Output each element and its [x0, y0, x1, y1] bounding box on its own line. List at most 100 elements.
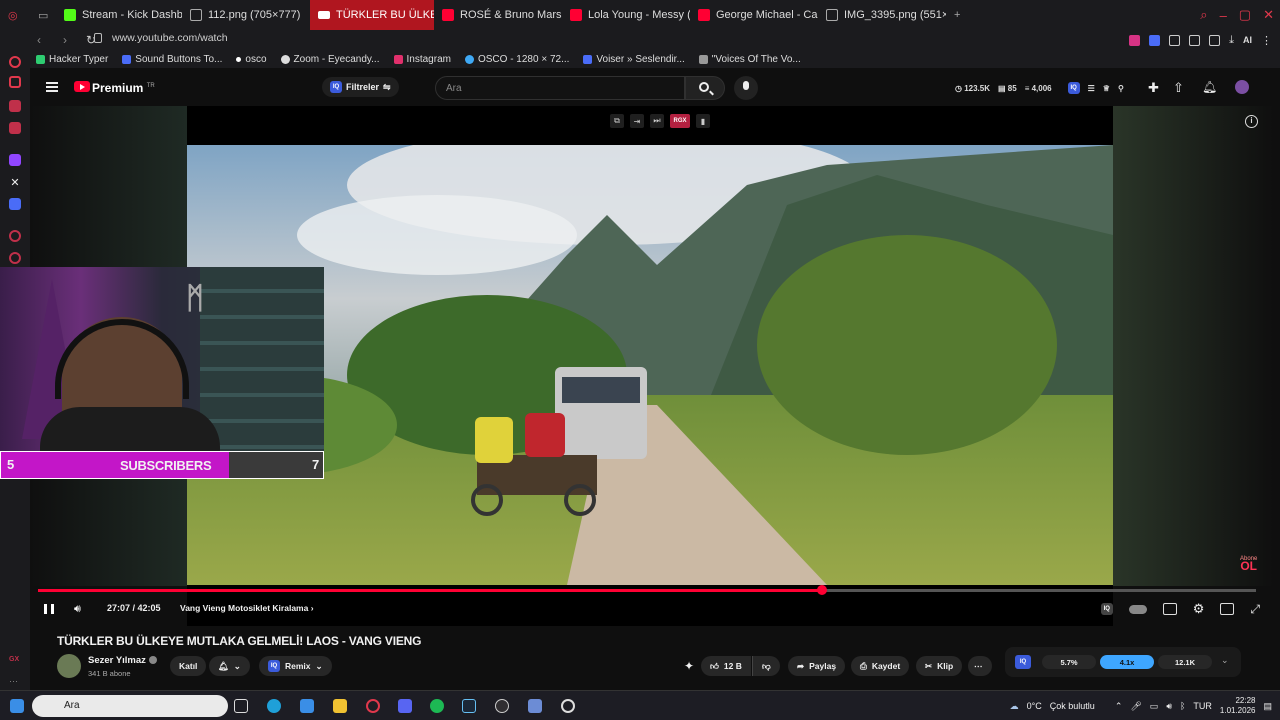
bookmark-item[interactable]: OSCO - 1280 × 72... [464, 54, 569, 65]
language-indicator[interactable]: TUR [1193, 701, 1212, 711]
join-button[interactable]: Katıl [170, 656, 207, 676]
clock[interactable]: 22:28 1.01.2026 [1220, 696, 1256, 716]
clip-button[interactable]: ✂ Klip [916, 656, 963, 676]
progress-bar[interactable] [38, 589, 1256, 592]
popout-icon[interactable]: ⧉ [610, 114, 624, 128]
link-icon[interactable]: ⚲ [1118, 84, 1124, 93]
extension-blue-icon[interactable] [1149, 34, 1161, 46]
search-tabs-icon[interactable]: ⌕ [1200, 7, 1207, 23]
pause-icon[interactable] [44, 604, 54, 614]
menu-dots-icon[interactable]: ⋮ [1261, 34, 1272, 47]
steam-icon[interactable] [462, 699, 476, 713]
notification-center-icon[interactable]: ▤ [1263, 701, 1272, 712]
tab-kick[interactable]: Stream - Kick Dashboard [56, 0, 182, 30]
filters-button[interactable]: IQ Filtreler ⇋ [322, 77, 399, 97]
obs-icon[interactable] [495, 699, 509, 713]
sidebar-clock-icon[interactable] [9, 252, 21, 264]
rgx-button[interactable]: RGX [670, 114, 690, 128]
tab-rose[interactable]: ROSÉ & Bruno Mars - APT [434, 0, 562, 30]
settings-list-icon[interactable]: ☰ [1088, 84, 1095, 93]
sidebar-gx-icon[interactable]: GX [9, 656, 21, 668]
bookmark-item[interactable]: Hacker Typer [36, 54, 108, 65]
trophy-icon[interactable]: ♕ [1103, 84, 1110, 93]
miniplayer-icon[interactable] [1220, 603, 1235, 615]
screenshot-icon[interactable] [1209, 34, 1221, 46]
settings-gear-icon[interactable]: ⚙ [1193, 601, 1205, 617]
file-explorer-icon[interactable] [333, 699, 347, 713]
tab-youtube-active[interactable]: TÜRKLER BU ÜLKEYE [310, 0, 434, 30]
fullscreen-icon[interactable]: ⤢ [1250, 602, 1260, 617]
tray-chevron-icon[interactable]: ⌃ [1115, 701, 1123, 712]
download-icon[interactable]: ⤓ [1229, 34, 1234, 47]
upload-icon[interactable]: ⇧ [1173, 80, 1187, 95]
tab-image-112[interactable]: 112.png (705×777) [182, 0, 310, 30]
edge-icon[interactable] [267, 699, 281, 713]
url-field[interactable]: www.youtube.com/watch [112, 32, 228, 44]
like-button[interactable]: 👍︎ 12 B [701, 656, 751, 676]
dislike-button[interactable]: 👎︎ [752, 656, 780, 676]
sidebar-toggle[interactable]: ◎ [0, 0, 30, 30]
youtube-logo-icon[interactable] [74, 81, 90, 92]
tab-workspaces-icon[interactable]: ▭ [30, 0, 56, 30]
weather-icon[interactable]: ☁ [1010, 701, 1019, 712]
sidebar-history-icon[interactable] [9, 230, 21, 242]
sidebar-music-icon[interactable] [9, 122, 21, 134]
chapter-title[interactable]: Vang Vieng Motosiklet Kiralama › [180, 603, 314, 613]
channel-name[interactable]: Sezer Yılmaz [88, 655, 157, 666]
minimize-icon[interactable]: – [1220, 8, 1227, 23]
volume-tray-icon[interactable]: 🔊︎ [1166, 701, 1172, 712]
iq-player-icon[interactable]: IQ [1100, 603, 1113, 615]
bookmark-item[interactable]: Instagram [393, 54, 451, 65]
sidebar-messenger-icon[interactable] [9, 100, 21, 112]
spotify-icon[interactable] [430, 699, 444, 713]
youtube-brand[interactable]: Premium TR [92, 81, 155, 95]
captions-icon[interactable] [1162, 603, 1177, 615]
volume-icon[interactable]: 🔊︎ [74, 603, 88, 615]
bookmark-item[interactable]: "Voices Of The Vo... [698, 54, 801, 65]
ai-button[interactable]: AI [1243, 35, 1252, 45]
sidebar-extension-icon[interactable] [9, 198, 21, 210]
taskbar-search-input[interactable]: Ara [32, 695, 228, 717]
channel-avatar[interactable] [57, 654, 81, 678]
installer-icon[interactable] [300, 699, 314, 713]
share-button[interactable]: ➦ Paylaş [788, 656, 846, 676]
bookmark-item[interactable]: Voiser » Seslendir... [583, 54, 685, 65]
opera-gx-icon[interactable] [366, 699, 380, 713]
sidebar-sync-icon[interactable] [9, 76, 21, 88]
search-input[interactable]: Ara [435, 76, 685, 100]
hamburger-menu-icon[interactable] [46, 82, 58, 92]
microphone-icon[interactable]: 🎤︎ [1130, 701, 1141, 712]
discord-icon[interactable] [398, 699, 412, 713]
app-icon[interactable] [528, 699, 542, 713]
avatar[interactable] [1235, 80, 1249, 94]
search-button[interactable] [685, 76, 725, 100]
task-view-icon[interactable] [234, 699, 248, 713]
maximize-icon[interactable]: ▢ [1239, 7, 1251, 23]
puzzle-icon[interactable] [1169, 34, 1181, 46]
iq-badge[interactable]: IQ [1015, 655, 1031, 669]
bluetooth-icon[interactable]: ᛒ [1180, 701, 1185, 711]
create-icon[interactable]: ✚ [1148, 80, 1162, 95]
theater-icon[interactable]: ▮ [696, 114, 710, 128]
settings-app-icon[interactable] [561, 699, 575, 713]
new-tab-plus-icon[interactable]: + [946, 0, 968, 30]
subscribe-watermark[interactable]: Abone OL [1240, 556, 1257, 572]
windows-start-icon[interactable] [10, 699, 24, 713]
tab-lola[interactable]: Lola Young - Messy (NOV [562, 0, 690, 30]
chevron-down-icon[interactable]: ⌄ [1221, 655, 1229, 666]
tab-george[interactable]: George Michael - Careles [690, 0, 818, 30]
sidebar-twitch-icon[interactable] [9, 154, 21, 166]
bookmark-item[interactable]: osco [236, 54, 267, 65]
save-button[interactable]: ⎙ Kaydet [851, 656, 910, 676]
autoplay-toggle[interactable] [1128, 604, 1147, 614]
notification-bell-button[interactable]: 🔔︎ ⌄ [209, 656, 250, 676]
sidebar-x-icon[interactable]: ✕ [9, 176, 21, 189]
layout-icon[interactable] [1189, 34, 1201, 46]
back-icon[interactable]: ‹ [32, 33, 46, 47]
voice-search-icon[interactable] [734, 76, 758, 100]
bookmark-item[interactable]: Zoom - Eyecandy... [280, 54, 380, 65]
skip-icon[interactable]: ⏭ [650, 114, 664, 128]
bookmark-item[interactable]: Sound Buttons To... [122, 54, 222, 65]
sidebar-opera-icon[interactable] [9, 56, 21, 68]
sidebar-more-icon[interactable]: ··· [9, 676, 21, 688]
